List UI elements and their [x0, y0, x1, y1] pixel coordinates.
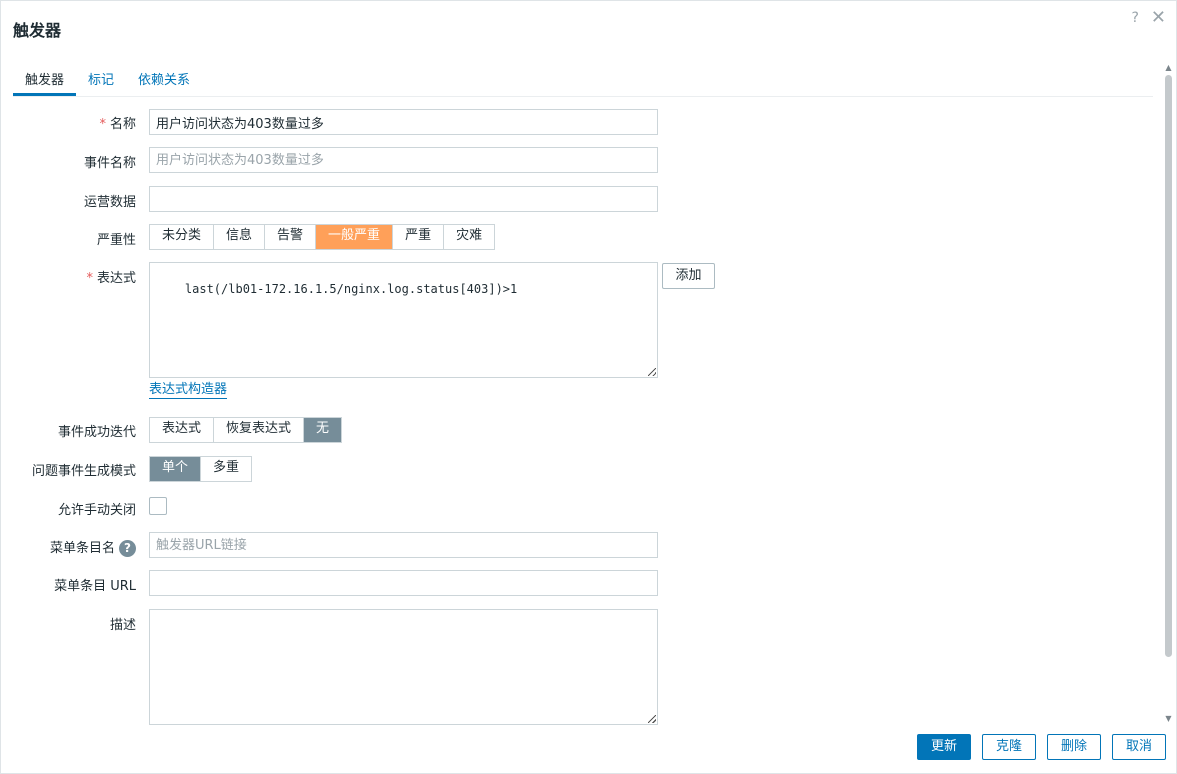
- url-name-label: 菜单条目名?: [50, 537, 136, 557]
- opdata-label: 运营数据: [83, 195, 136, 210]
- tab-tags[interactable]: 标记: [76, 67, 126, 96]
- severity-warning[interactable]: 告警: [265, 225, 317, 249]
- opdata-input[interactable]: [149, 186, 658, 212]
- dialog-title: 触发器: [13, 21, 62, 40]
- severity-high[interactable]: 严重: [393, 225, 445, 249]
- event-name-label: 事件名称: [83, 156, 136, 171]
- expression-constructor-link[interactable]: 表达式构造器: [149, 382, 228, 399]
- severity-not-classified[interactable]: 未分类: [150, 225, 215, 249]
- help-icon[interactable]: ?: [119, 540, 136, 557]
- url-label: 菜单条目 URL: [54, 579, 136, 594]
- severity-label: 严重性: [96, 233, 136, 248]
- delete-button[interactable]: 删除: [1047, 734, 1101, 760]
- scroll-up-icon[interactable]: ▲: [1164, 63, 1173, 72]
- tab-dependencies[interactable]: 依赖关系: [126, 67, 202, 96]
- severity-selector: 未分类 信息 告警 一般严重 严重 灾难: [149, 224, 496, 250]
- ok-event-recovery-expression[interactable]: 恢复表达式: [214, 418, 305, 442]
- ok-event-none[interactable]: 无: [304, 418, 342, 442]
- description-label: 描述: [109, 618, 136, 633]
- tab-trigger[interactable]: 触发器: [13, 67, 77, 96]
- name-label: * 名称: [99, 117, 136, 132]
- expression-label: * 表达式: [86, 271, 136, 286]
- ok-event-label: 事件成功迭代: [57, 425, 136, 440]
- problem-mode-single[interactable]: 单个: [150, 457, 202, 481]
- problem-mode-selector: 单个 多重: [149, 456, 253, 482]
- expression-text: last(/lb01-172.16.1.5/nginx.log.status[4…: [184, 282, 518, 296]
- cancel-button[interactable]: 取消: [1112, 734, 1166, 760]
- help-icon[interactable]: ?: [1131, 10, 1138, 26]
- expression-textarea[interactable]: last(/lb01-172.16.1.5/nginx.log.status[4…: [149, 262, 658, 378]
- dialog-header-controls: ? ✕: [1131, 9, 1166, 27]
- trigger-dialog: 触发器 ? ✕ 触发器 标记 依赖关系 ▲ ▼ *名称 事件名称 运营数据 严重…: [0, 0, 1177, 774]
- manual-close-checkbox[interactable]: [149, 497, 167, 515]
- severity-disaster[interactable]: 灾难: [444, 225, 494, 249]
- severity-information[interactable]: 信息: [214, 225, 266, 249]
- manual-close-label: 允许手动关闭: [57, 503, 136, 518]
- close-icon[interactable]: ✕: [1151, 9, 1166, 27]
- ok-event-expression[interactable]: 表达式: [150, 418, 215, 442]
- event-name-input[interactable]: [149, 147, 658, 173]
- description-textarea[interactable]: [149, 609, 658, 725]
- ok-event-selector: 表达式 恢复表达式 无: [149, 417, 343, 443]
- name-input[interactable]: [149, 109, 658, 135]
- tab-bar: 触发器 标记 依赖关系: [13, 67, 1153, 97]
- clone-button[interactable]: 克隆: [982, 734, 1036, 760]
- update-button[interactable]: 更新: [917, 734, 971, 760]
- required-marker: *: [99, 117, 106, 132]
- problem-mode-label: 问题事件生成模式: [31, 464, 136, 479]
- resize-handle[interactable]: [648, 368, 656, 376]
- scroll-thumb[interactable]: [1165, 75, 1172, 657]
- scroll-down-icon[interactable]: ▼: [1164, 714, 1173, 723]
- url-input[interactable]: [149, 570, 658, 596]
- url-name-input[interactable]: [149, 532, 658, 558]
- add-expression-button[interactable]: 添加: [662, 263, 715, 289]
- resize-handle[interactable]: [648, 715, 656, 723]
- problem-mode-multiple[interactable]: 多重: [201, 457, 251, 481]
- required-marker: *: [86, 271, 93, 286]
- scrollbar[interactable]: ▲ ▼: [1164, 63, 1173, 723]
- severity-average[interactable]: 一般严重: [316, 225, 394, 249]
